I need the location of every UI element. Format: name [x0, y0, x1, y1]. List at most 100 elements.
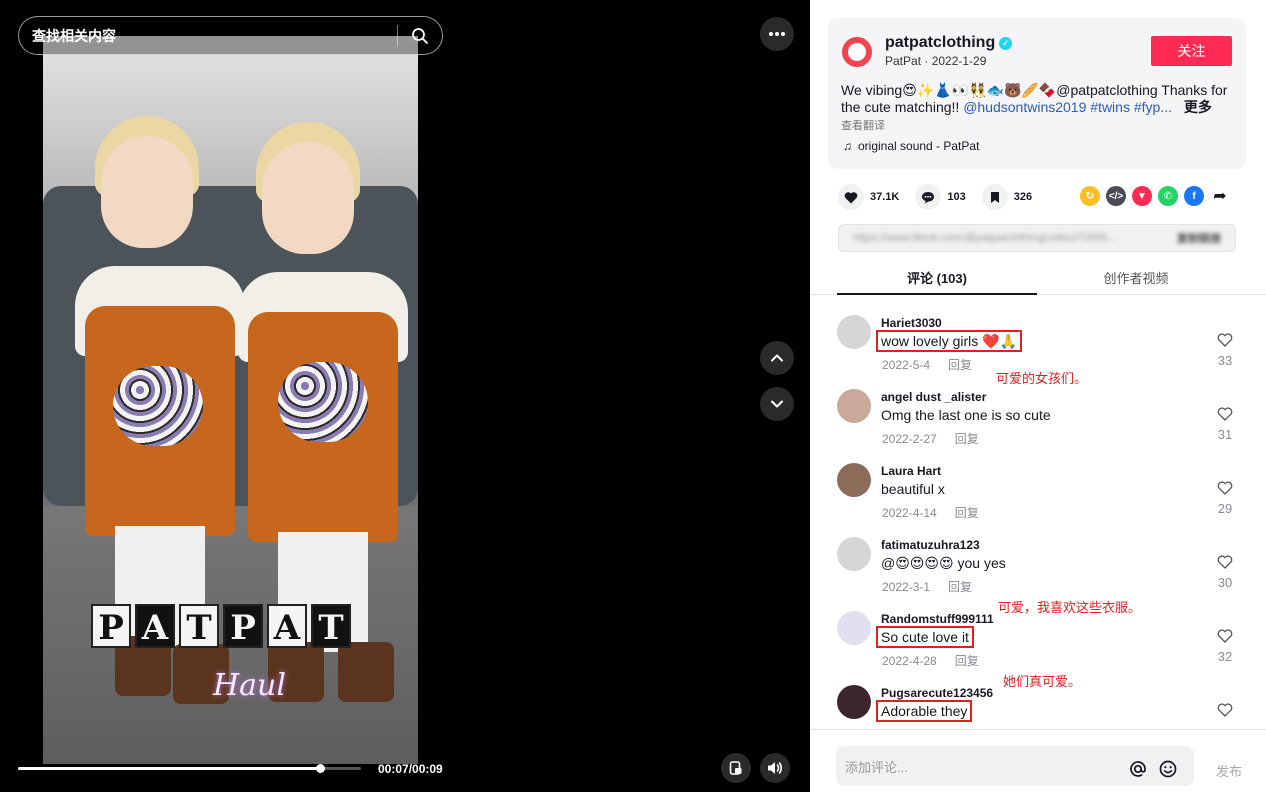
comment-username[interactable]: angel dust _alister [881, 390, 986, 404]
share-arrow-icon[interactable]: ➦ [1210, 186, 1230, 206]
video-info-card: patpatclothing ✓ PatPat · 2022-1-29 关注 W… [828, 18, 1246, 169]
comment-like-button[interactable]: 32 [1210, 629, 1240, 664]
author-name[interactable]: patpatclothing [885, 34, 995, 52]
comment-item: Randomstuff999111 So cute love it 2022-4… [810, 591, 1266, 668]
heart-outline-icon [1217, 481, 1233, 495]
whatsapp-icon[interactable]: ✆ [1158, 186, 1178, 206]
search-icon[interactable] [398, 16, 442, 55]
annotation-highlight-box: So cute love it [876, 626, 974, 648]
tab-creator-videos[interactable]: 创作者视频 [1036, 268, 1236, 287]
embed-icon[interactable]: </> [1106, 186, 1126, 206]
action-bar: 37.1K 103 326 [838, 184, 1048, 210]
panel-tabs: 评论 (103) 创作者视频 [810, 258, 1266, 295]
chevron-down-icon [771, 400, 783, 408]
comment-text: @😍😍😍😍 you yes [881, 555, 1006, 571]
comment-username[interactable]: Laura Hart [881, 464, 941, 478]
comment-button[interactable]: 103 [915, 184, 966, 210]
comment-avatar[interactable] [837, 463, 871, 497]
volume-icon [768, 762, 783, 774]
annotation-note: 可爱，我喜欢这些衣服。 [998, 600, 1142, 615]
video-progress-fill [18, 767, 320, 770]
search-bar[interactable]: 查找相关内容 [18, 16, 443, 55]
comment-username[interactable]: Randomstuff999111 [881, 612, 994, 626]
brand-letter: P [223, 604, 263, 648]
comment-avatar[interactable] [837, 389, 871, 423]
comment-avatar[interactable] [837, 315, 871, 349]
share-row: ↻ </> ▼ ✆ f ➦ [1080, 186, 1230, 206]
caption-mention-link[interactable]: @hudsontwins2019 [963, 99, 1086, 115]
comment-item: Pugsarecute123456 Adorable they 她们真可爱。 [810, 665, 1266, 729]
save-count: 326 [1013, 191, 1033, 203]
video-link-url: https://www.tiktok.com/@patpatclothing/v… [853, 232, 1117, 244]
like-button[interactable]: 37.1K [838, 184, 899, 210]
comment-avatar[interactable] [837, 685, 871, 719]
comment-like-count: 33 [1217, 353, 1233, 368]
comment-avatar[interactable] [837, 537, 871, 571]
annotation-highlight-box: wow lovely girls ❤️🙏 [876, 330, 1023, 352]
side-panel: patpatclothing ✓ PatPat · 2022-1-29 关注 W… [810, 0, 1266, 792]
follow-button[interactable]: 关注 [1151, 36, 1232, 66]
app-root: P A T P A T Haul 查找相关内容 00:07/00:09 patp… [0, 0, 1266, 792]
heart-outline-icon [1217, 629, 1233, 643]
more-options-button[interactable] [760, 17, 794, 51]
video-progress-handle[interactable] [315, 764, 325, 773]
caption-more-button[interactable]: 更多 [1184, 99, 1212, 115]
author-subtitle: PatPat · 2022-1-29 [885, 54, 987, 68]
volume-button[interactable] [760, 753, 790, 783]
video-caption: We vibing😍✨👗👀👯🐟🐻🥖🍫@patpatclothing Thanks… [841, 82, 1236, 116]
repost-icon[interactable]: ↻ [1080, 186, 1100, 206]
comment-like-button[interactable]: 29 [1210, 481, 1240, 516]
copy-link-button[interactable]: 复制链接 [1177, 230, 1221, 246]
emoji-icon[interactable] [1157, 758, 1179, 780]
caption-hashtags[interactable]: #twins #fyp... [1090, 99, 1172, 115]
heart-outline-icon [1217, 555, 1233, 569]
pip-button[interactable] [721, 753, 751, 783]
search-input[interactable]: 查找相关内容 [19, 26, 397, 46]
send-to-friends-icon[interactable]: ▼ [1132, 186, 1152, 206]
comment-input-bar: 添加评论... 发布 [810, 729, 1266, 792]
facebook-icon[interactable]: f [1184, 186, 1204, 206]
heart-outline-icon [1217, 333, 1233, 347]
comment-list: Hariet3030 wow lovely girls ❤️🙏 2022-5-4… [810, 295, 1266, 729]
video-haul-caption: Haul [213, 668, 286, 703]
comment-like-button[interactable]: 31 [1210, 407, 1240, 442]
next-video-button[interactable] [760, 387, 794, 421]
more-dots-icon [769, 32, 785, 36]
save-button[interactable]: 326 [981, 184, 1033, 210]
video-player[interactable]: P A T P A T Haul [43, 36, 418, 764]
comment-like-count: 30 [1217, 575, 1233, 590]
brand-letter: T [179, 604, 219, 648]
music-note-icon: ♫ [843, 139, 852, 153]
sound-link[interactable]: ♫ original sound - PatPat [843, 139, 979, 153]
copy-link-box[interactable]: https://www.tiktok.com/@patpatclothing/v… [838, 224, 1236, 252]
like-count: 37.1K [870, 191, 900, 203]
annotation-highlight-box: Adorable they [876, 700, 973, 722]
post-comment-button[interactable]: 发布 [1216, 761, 1242, 780]
comment-username[interactable]: Pugsarecute123456 [881, 686, 993, 700]
comment-item: fatimatuzuhra123 @😍😍😍😍 you yes 2022-3-1 回… [810, 517, 1266, 594]
comment-like-count: 29 [1217, 501, 1233, 516]
comment-count: 103 [947, 191, 966, 203]
comment-like-button[interactable] [1210, 703, 1240, 722]
picture-in-picture-icon [729, 761, 742, 775]
comment-like-button[interactable]: 33 [1210, 333, 1240, 368]
comment-avatar[interactable] [837, 611, 871, 645]
comment-item: angel dust _alister Omg the last one is … [810, 369, 1266, 446]
comment-username[interactable]: fatimatuzuhra123 [881, 538, 980, 552]
author-name-row[interactable]: patpatclothing ✓ [885, 34, 1013, 52]
comment-username[interactable]: Hariet3030 [881, 316, 942, 330]
previous-video-button[interactable] [760, 341, 794, 375]
bookmark-icon [981, 184, 1008, 210]
video-progress-bar[interactable] [18, 764, 361, 773]
tab-comments[interactable]: 评论 (103) [837, 268, 1037, 287]
video-time: 00:07/00:09 [378, 762, 443, 776]
comment-item: Laura Hart beautiful x 2022-4-14 回复 29 [810, 443, 1266, 520]
heart-outline-icon [1217, 703, 1233, 717]
see-translation-link[interactable]: 查看翻译 [841, 117, 885, 133]
comment-like-button[interactable]: 30 [1210, 555, 1240, 590]
verified-icon: ✓ [999, 36, 1013, 50]
mention-icon[interactable] [1127, 758, 1149, 780]
brand-letter: A [267, 604, 307, 648]
author-avatar[interactable] [842, 37, 872, 67]
comment-text: beautiful x [881, 481, 945, 497]
